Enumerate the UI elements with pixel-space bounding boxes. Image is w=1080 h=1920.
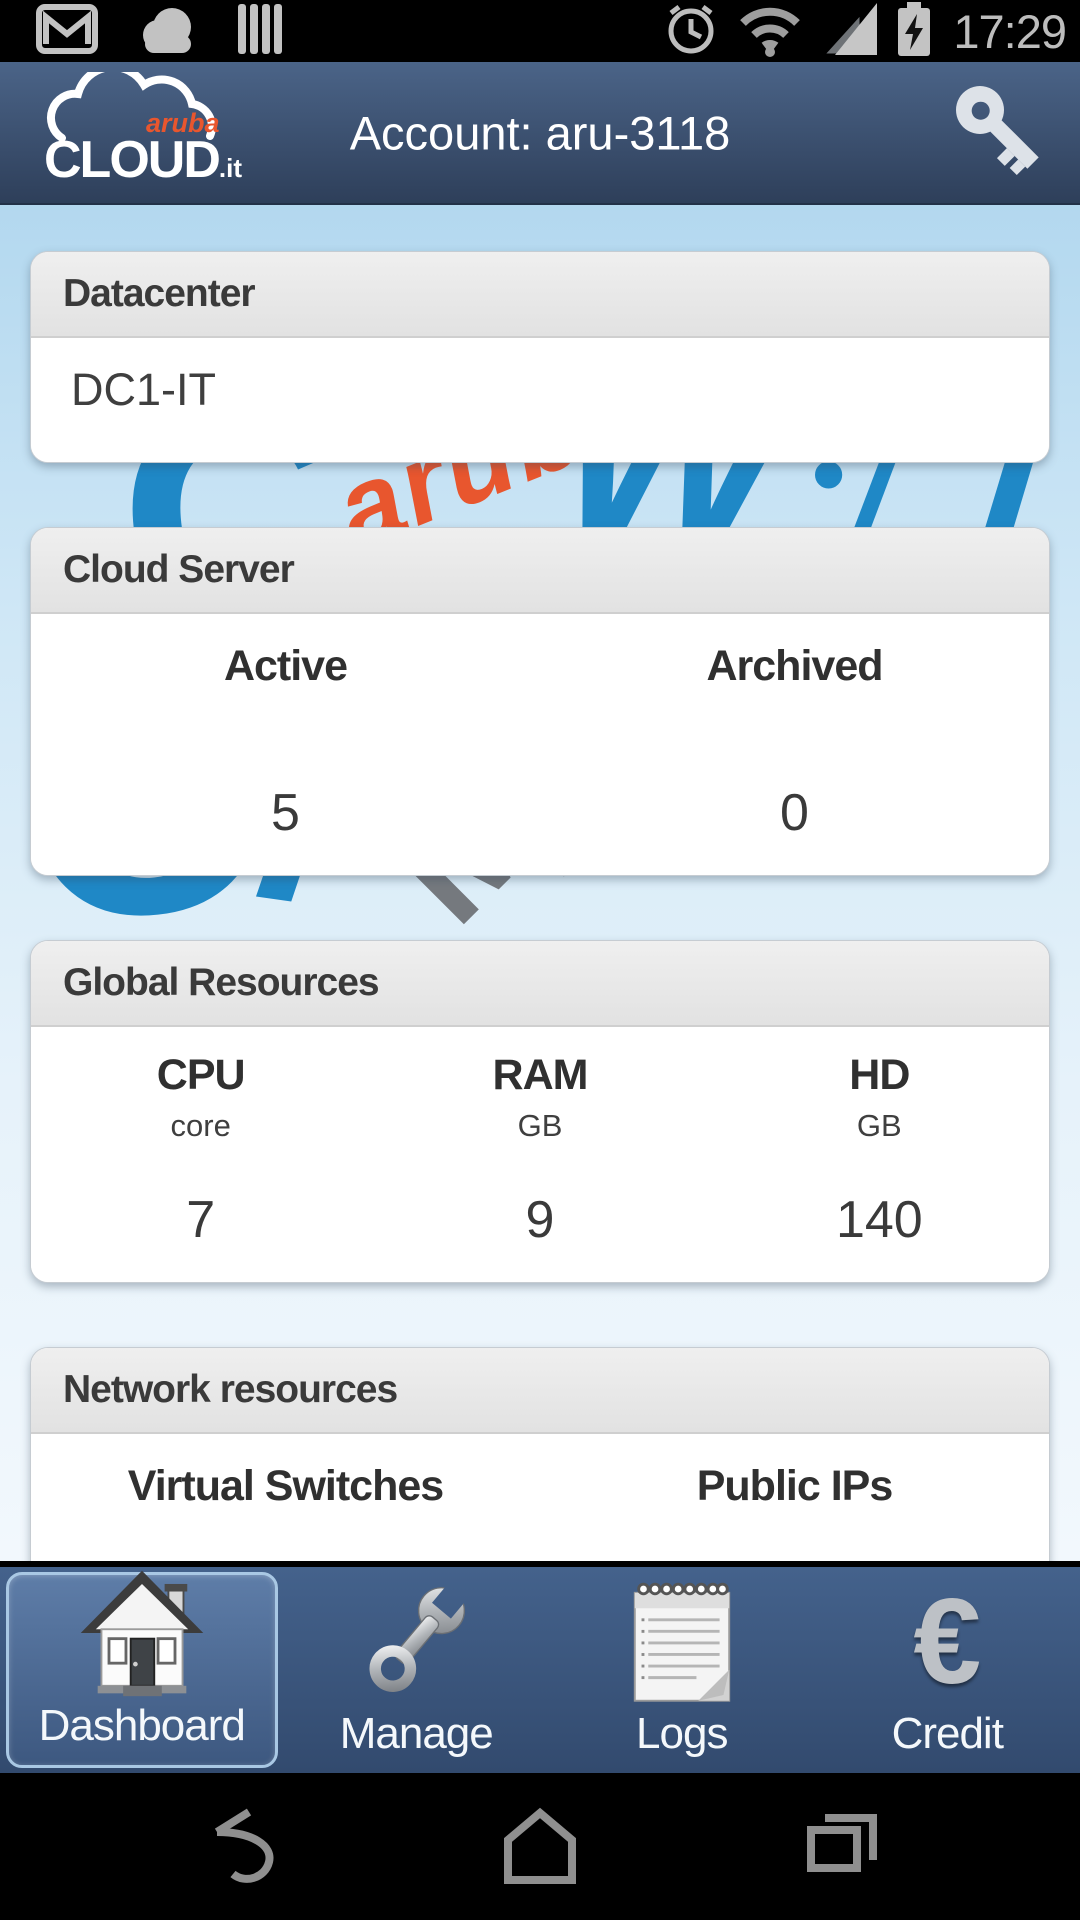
dashboard-content: C aruba W • / / O / M P u Datacenter DC1… — [0, 205, 1080, 1561]
cloud-icon — [134, 3, 200, 60]
stat-label: RAM — [370, 1051, 709, 1100]
stat-value: 140 — [710, 1190, 1049, 1250]
stat-unit: GB — [710, 1108, 1049, 1144]
status-notification-icons — [36, 2, 288, 61]
euro-icon: € — [913, 1575, 981, 1707]
stat-virtual-switches: Virtual Switches 2 — [31, 1462, 540, 1561]
datacenter-row[interactable]: DC1-IT — [31, 338, 1049, 462]
notepad-icon — [629, 1575, 735, 1707]
datacenter-card-header: Datacenter — [31, 252, 1049, 338]
stat-label: Archived — [540, 642, 1049, 691]
phone-screen: 17:29 aruba CLOUD.it Account: aru-3118 — [0, 0, 1080, 1920]
stat-label: HD — [710, 1051, 1049, 1100]
stat-ram: RAM GB 9 — [370, 1051, 709, 1250]
stat-unit: core — [31, 1108, 370, 1144]
wifi-icon — [735, 1, 805, 62]
home-button[interactable] — [495, 1802, 585, 1892]
cloud-server-card-header: Cloud Server — [31, 528, 1049, 614]
android-nav-bar — [0, 1773, 1080, 1920]
tab-credit[interactable]: € Credit — [815, 1567, 1080, 1773]
gmail-icon — [36, 4, 98, 59]
aruba-cloud-logo: aruba CLOUD.it — [38, 72, 298, 192]
app-header: aruba CLOUD.it Account: aru-3118 — [0, 62, 1080, 205]
stat-label: Virtual Switches — [31, 1462, 540, 1511]
card-title: Datacenter — [63, 272, 255, 315]
tab-dashboard[interactable]: Dashboard — [6, 1572, 278, 1768]
stat-value: 0 — [540, 783, 1049, 843]
stat-value: 7 — [31, 1190, 370, 1250]
alarm-icon — [663, 1, 719, 62]
datacenter-card: Datacenter DC1-IT — [30, 251, 1050, 463]
stat-archived: Archived 0 — [540, 642, 1049, 843]
stat-hd: HD GB 140 — [710, 1051, 1049, 1250]
stat-unit: GB — [370, 1108, 709, 1144]
tab-label: Logs — [636, 1709, 727, 1759]
tab-label: Manage — [340, 1709, 493, 1759]
wrench-icon — [354, 1575, 478, 1707]
stat-cpu: CPU core 7 — [31, 1051, 370, 1250]
tab-label: Dashboard — [39, 1701, 245, 1751]
stat-label: CPU — [31, 1051, 370, 1100]
recents-button[interactable] — [797, 1802, 887, 1892]
bottom-tab-bar: Dashboard — [0, 1567, 1080, 1773]
brand-it: .it — [219, 153, 242, 183]
stat-value: 9 — [370, 1190, 709, 1250]
network-resources-card-header: Network resources — [31, 1348, 1049, 1434]
global-resources-stats: CPU core 7 RAM GB 9 HD GB 140 — [31, 1027, 1049, 1282]
home-icon — [67, 1567, 217, 1699]
page-title: Account: aru-3118 — [350, 105, 731, 160]
tab-label: Credit — [892, 1709, 1003, 1759]
global-resources-card: Global Resources CPU core 7 RAM GB 9 HD — [30, 940, 1050, 1283]
back-button[interactable] — [193, 1802, 283, 1892]
stat-value: 5 — [31, 783, 540, 843]
brand-cloud: CLOUD.it — [44, 130, 242, 190]
tab-logs[interactable]: Logs — [549, 1567, 815, 1773]
network-resources-stats: Virtual Switches 2 Public IPs 8 — [31, 1434, 1049, 1561]
newsstand-icon — [236, 2, 288, 61]
status-bar: 17:29 — [0, 0, 1080, 62]
card-title: Network resources — [63, 1368, 397, 1411]
network-resources-card: Network resources Virtual Switches 2 Pub… — [30, 1347, 1050, 1561]
card-list: Datacenter DC1-IT Cloud Server Active 5 … — [0, 205, 1080, 1561]
key-icon[interactable] — [942, 76, 1052, 192]
battery-charging-icon — [895, 0, 933, 63]
clock-time: 17:29 — [953, 4, 1066, 59]
tab-manage[interactable]: Manage — [284, 1567, 550, 1773]
global-resources-card-header: Global Resources — [31, 941, 1049, 1027]
signal-icon — [821, 1, 879, 62]
stat-label: Active — [31, 642, 540, 691]
stat-active: Active 5 — [31, 642, 540, 843]
euro-glyph: € — [913, 1580, 981, 1702]
cloud-server-card: Cloud Server Active 5 Archived 0 — [30, 527, 1050, 876]
card-title: Global Resources — [63, 961, 379, 1004]
card-title: Cloud Server — [63, 548, 294, 591]
stat-label: Public IPs — [540, 1462, 1049, 1511]
stat-public-ips: Public IPs 8 — [540, 1462, 1049, 1561]
status-system-icons: 17:29 — [663, 0, 1066, 63]
cloud-server-stats: Active 5 Archived 0 — [31, 614, 1049, 875]
